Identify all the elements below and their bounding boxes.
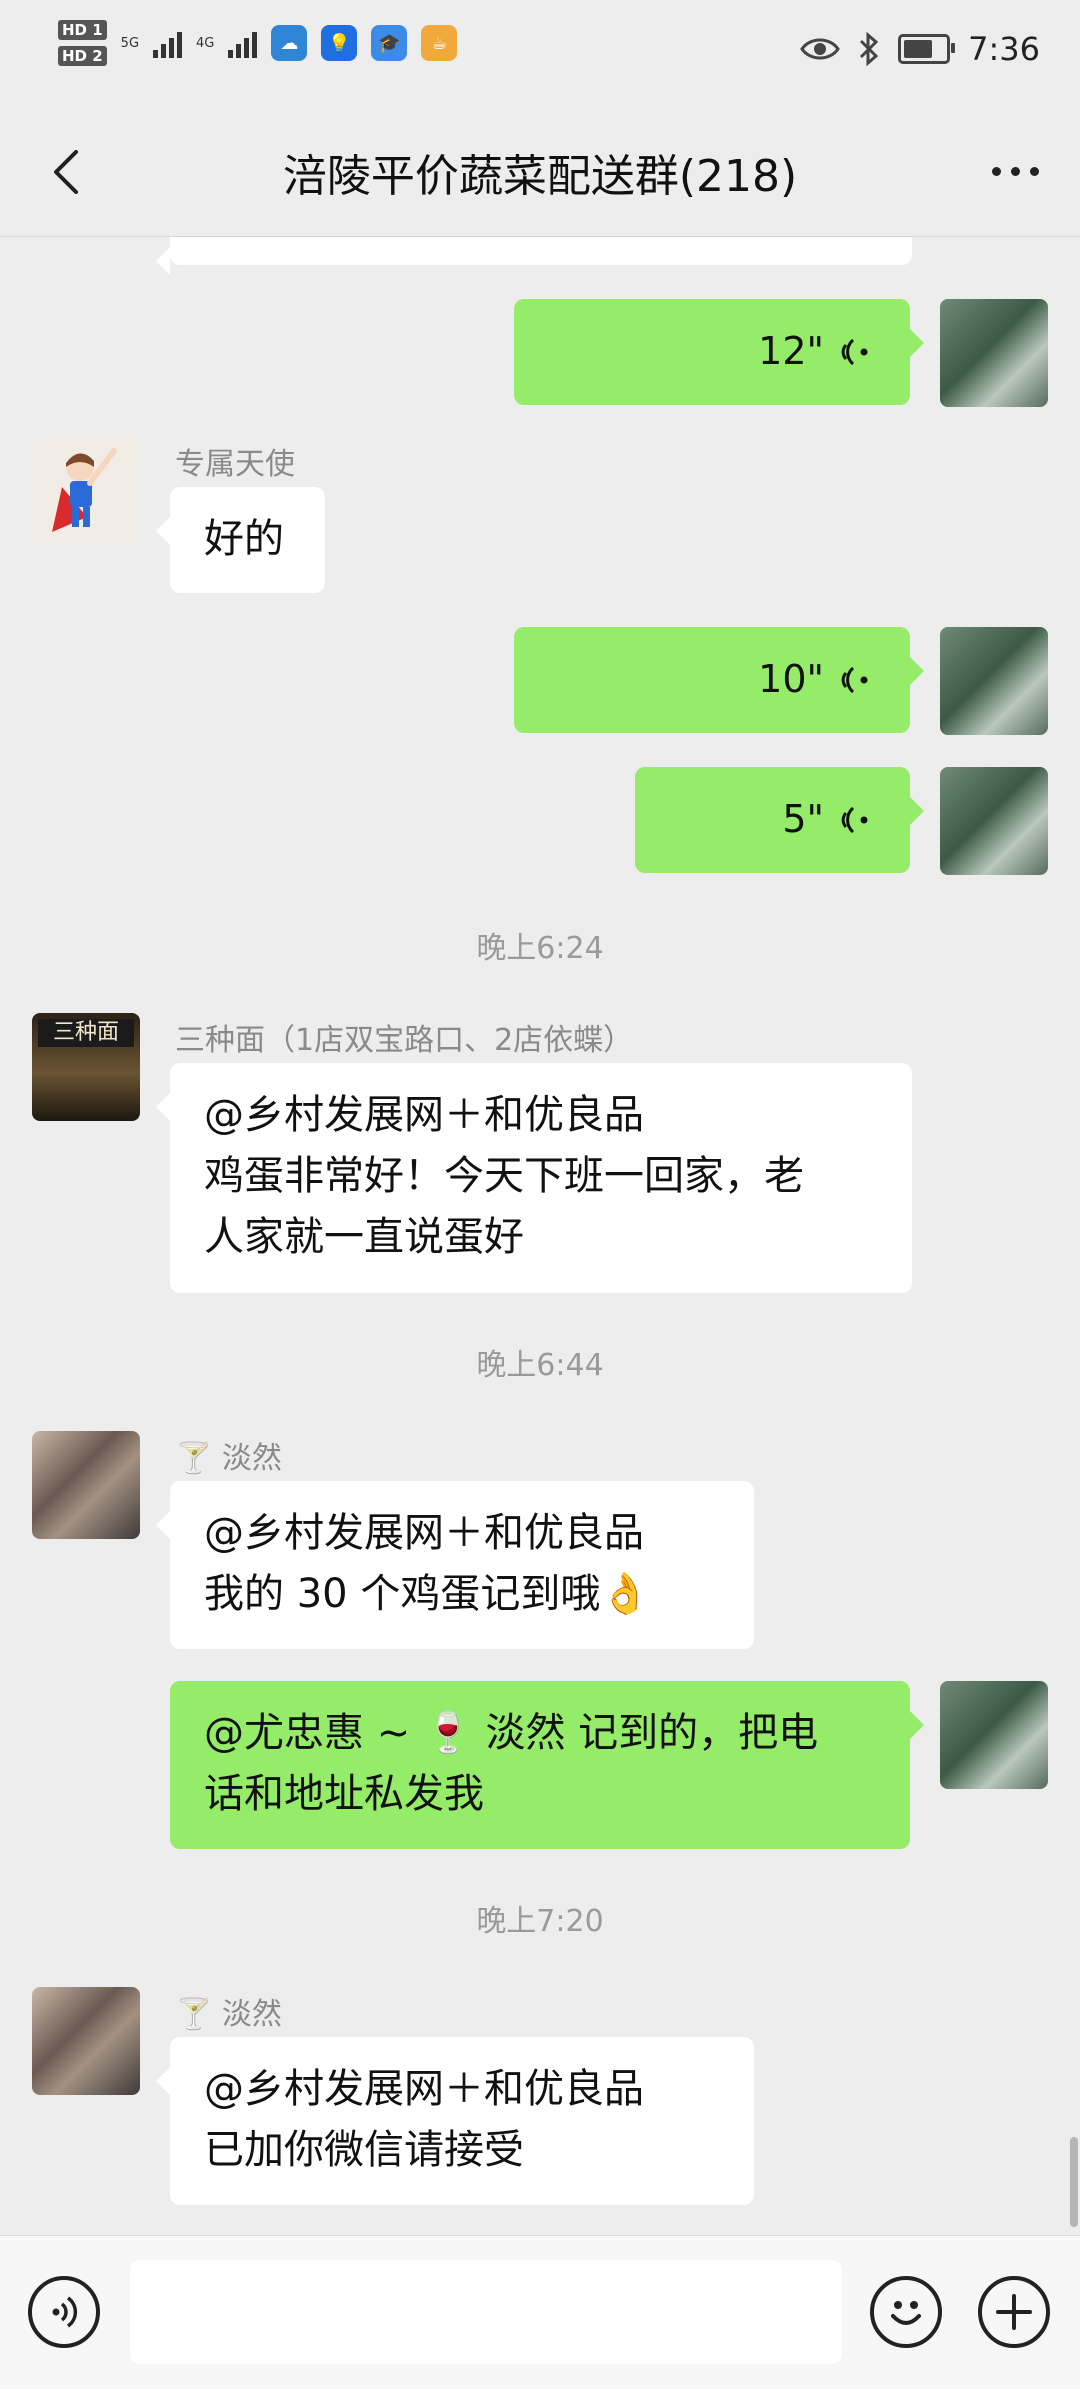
bulb-app-icon: 💡 — [321, 25, 358, 61]
sender-avatar[interactable] — [32, 1987, 140, 2095]
status-bar: HD 1 HD 2 5G 4G ☁ 💡 🎓 ☕ 7:36 — [0, 0, 1080, 110]
message-bubble-self[interactable]: @尤忠惠 ~ 🍷 淡然 记到的，把电 话和地址私发我 — [170, 1681, 924, 1849]
voice-content: 10" — [548, 649, 876, 710]
voice-duration: 5" — [782, 797, 824, 841]
status-right: 7:36 — [800, 30, 1040, 68]
emoji-button[interactable] — [870, 2276, 942, 2348]
message-bubble[interactable]: @乡村发展网＋和优良品 我的 30 个鸡蛋记到哦👌 — [156, 1481, 754, 1649]
self-avatar[interactable] — [940, 1681, 1048, 1789]
plus-icon — [996, 2294, 1032, 2330]
graduation-app-icon: 🎓 — [371, 25, 408, 61]
status-left: HD 1 HD 2 5G 4G ☁ 💡 🎓 ☕ — [58, 20, 458, 66]
message-text: 好的 — [204, 516, 284, 562]
net-5g: 5G — [121, 36, 139, 51]
sim2-badge: HD 2 — [58, 46, 107, 66]
voice-message[interactable]: 5" — [635, 767, 924, 873]
timestamp: 晚上7:20 — [476, 1904, 604, 1939]
sender-avatar[interactable] — [32, 437, 140, 545]
message-line: @乡村发展网＋和优良品 — [204, 2066, 644, 2112]
signal-5g-icon — [153, 28, 183, 58]
superhero-avatar-icon — [52, 448, 117, 532]
voice-mode-icon — [52, 2296, 78, 2328]
weather-app-icon: ☁ — [271, 25, 308, 61]
voice-wave-icon — [841, 666, 868, 693]
cup-app-icon: ☕ — [421, 25, 458, 61]
voice-message[interactable]: 10" — [514, 627, 924, 733]
voice-content: 5" — [669, 789, 876, 850]
voice-wave-icon — [841, 338, 868, 365]
voice-duration: 12" — [758, 329, 824, 373]
sim-indicators: HD 1 HD 2 — [58, 20, 107, 66]
voice-content: 12" — [548, 321, 876, 382]
battery-icon — [898, 34, 956, 64]
battery-fill — [904, 40, 933, 58]
back-button[interactable] — [38, 142, 98, 202]
input-bar — [0, 2235, 1080, 2389]
sender-avatar[interactable] — [32, 1431, 140, 1539]
sender-name: 淡然 — [221, 1997, 282, 2032]
timestamp: 晚上6:24 — [476, 931, 604, 966]
net-4g-label: 4G — [196, 35, 215, 51]
message-line: 鸡蛋非常好！今天下班一回家，老 — [204, 1153, 804, 1199]
emoji-icon — [891, 2301, 921, 2325]
message-bubble-partial[interactable] — [156, 237, 912, 275]
sender-name-row: 🍸 淡然 — [175, 1989, 282, 2033]
signal-4g-icon — [228, 28, 258, 58]
voice-duration: 10" — [758, 657, 824, 701]
message-line: @乡村发展网＋和优良品 — [204, 1092, 644, 1138]
sim1-badge: HD 1 — [58, 20, 107, 40]
chat-header: 涪陵平价蔬菜配送群(218) — [0, 110, 1080, 237]
message-bubble[interactable]: @乡村发展网＋和优良品 鸡蛋非常好！今天下班一回家，老 人家就一直说蛋好 — [156, 1063, 912, 1293]
cocktail-icon: 🍸 — [175, 1441, 213, 1476]
scrollbar[interactable] — [1070, 2137, 1078, 2227]
sender-avatar[interactable]: 三种面 — [32, 1013, 140, 1121]
self-avatar[interactable] — [940, 627, 1048, 735]
net-4g: 4G — [196, 36, 214, 51]
timestamp: 晚上6:44 — [476, 1348, 604, 1383]
self-avatar[interactable] — [940, 767, 1048, 875]
status-time: 7:36 — [968, 30, 1040, 68]
sender-name: 专属天使 — [175, 447, 295, 482]
self-avatar[interactable] — [940, 299, 1048, 407]
voice-mode-button[interactable] — [28, 2276, 100, 2348]
message-line: 我的 30 个鸡蛋记到哦👌 — [204, 1571, 651, 1617]
chat-title: 涪陵平价蔬菜配送群(218) — [282, 151, 798, 202]
chat-list[interactable]: 12" 专属天使 好的 10" 5" 晚上6:24 三种面 三种面（1店双宝路口… — [0, 237, 1080, 2235]
message-line: 话和地址私发我 — [204, 1771, 484, 1817]
message-bubble[interactable]: @乡村发展网＋和优良品 已加你微信请接受 — [156, 2037, 754, 2205]
message-line: @乡村发展网＋和优良品 — [204, 1510, 644, 1556]
back-chevron-icon — [54, 150, 78, 194]
more-button[interactable] — [980, 146, 1050, 196]
voice-message[interactable]: 12" — [514, 299, 924, 405]
message-line: @尤忠惠 ~ 🍷 淡然 记到的，把电 — [204, 1710, 819, 1756]
eye-icon — [800, 38, 840, 60]
message-input[interactable] — [130, 2260, 842, 2364]
message-line: 已加你微信请接受 — [204, 2127, 524, 2173]
cocktail-icon: 🍸 — [175, 1997, 213, 2032]
message-line: 人家就一直说蛋好 — [204, 1214, 524, 1260]
voice-wave-icon — [841, 806, 868, 833]
plus-button[interactable] — [978, 2276, 1050, 2348]
more-dots-icon — [991, 166, 1039, 176]
sender-name: 三种面（1店双宝路口、2店依蝶） — [175, 1023, 634, 1058]
net-5g-label: 5G — [120, 35, 140, 51]
shop-sign: 三种面 — [38, 1019, 134, 1047]
message-bubble[interactable]: 好的 — [156, 487, 325, 593]
sender-name: 淡然 — [221, 1441, 282, 1476]
bluetooth-icon — [860, 32, 879, 66]
sender-name-row: 🍸 淡然 — [175, 1433, 282, 1477]
